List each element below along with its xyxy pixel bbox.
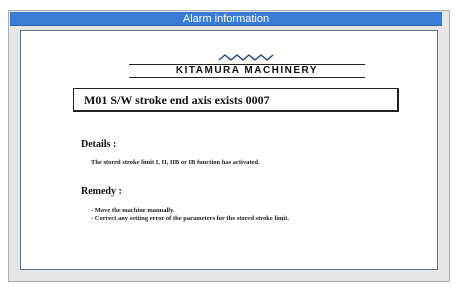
alarm-message: M01 S/W stroke end axis exists 0007 <box>73 88 399 112</box>
remedy-heading: Remedy : <box>81 186 122 197</box>
company-logo: KITAMURA MACHINERY <box>129 53 365 79</box>
remedy-item: - Correct any setting error of the param… <box>91 215 290 222</box>
window-title: Alarm information <box>10 12 442 26</box>
details-heading: Details : <box>81 139 117 150</box>
logo-wave-icon <box>218 54 274 61</box>
remedy-item: - Move the machine manually. <box>91 207 175 214</box>
alarm-content-panel: KITAMURA MACHINERY M01 S/W stroke end ax… <box>20 30 438 270</box>
details-text: The stored stroke limit I, II, IIB or IB… <box>91 159 260 166</box>
logo-brand-text: KITAMURA MACHINERY <box>129 64 365 78</box>
